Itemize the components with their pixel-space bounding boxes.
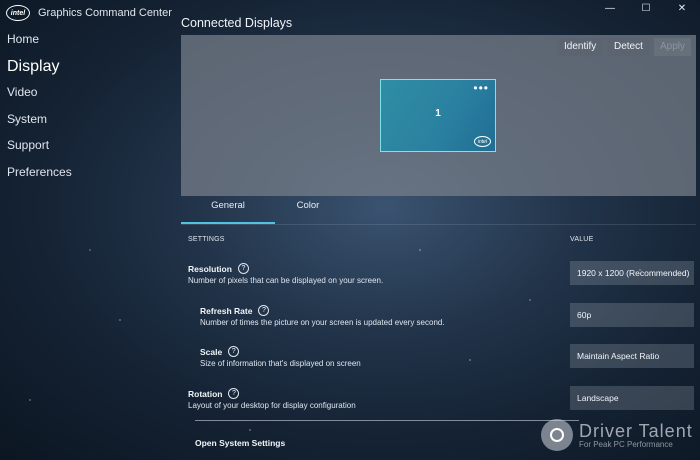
close-button[interactable]: ✕ — [664, 0, 700, 16]
watermark-logo-icon — [541, 419, 573, 451]
setting-description: Layout of your desktop for display confi… — [188, 401, 356, 410]
display-layout-panel: Identify Detect Apply ••• 1 intel — [181, 35, 696, 196]
nav-item-support[interactable]: Support — [7, 138, 72, 165]
help-icon[interactable]: ? — [258, 305, 270, 316]
setting-title: Resolution — [188, 263, 232, 274]
sidebar-nav: Home Display Video System Support Prefer… — [7, 32, 72, 191]
intel-badge-icon: intel — [474, 136, 491, 147]
tab-divider — [181, 224, 696, 225]
resolution-setting: Resolution ? — [188, 263, 249, 274]
display-number: 1 — [435, 108, 441, 119]
rotation-setting: Rotation ? — [188, 388, 240, 399]
watermark: Driver Talent For Peak PC Performance — [541, 419, 693, 451]
open-system-settings-link[interactable]: Open System Settings — [195, 438, 285, 448]
value-column-header: VALUE — [570, 236, 594, 243]
help-icon[interactable]: ? — [228, 346, 240, 357]
setting-title: Rotation — [188, 388, 223, 399]
app-title: Graphics Command Center — [38, 7, 172, 19]
window-controls: — ☐ ✕ — [592, 0, 700, 16]
watermark-name: Driver Talent — [579, 420, 693, 441]
refresh-rate-setting: Refresh Rate ? — [200, 305, 270, 316]
help-icon[interactable]: ? — [228, 388, 240, 399]
refresh-rate-dropdown[interactable]: 60p — [570, 303, 694, 327]
rotation-dropdown[interactable]: Landscape — [570, 386, 694, 410]
nav-item-preferences[interactable]: Preferences — [7, 165, 72, 192]
help-icon[interactable]: ? — [237, 263, 249, 274]
setting-title: Scale — [200, 346, 223, 357]
page-title: Connected Displays — [181, 16, 293, 30]
nav-item-home[interactable]: Home — [7, 32, 72, 59]
scale-dropdown[interactable]: Maintain Aspect Ratio — [570, 344, 694, 368]
tab-color[interactable]: Color — [275, 200, 341, 222]
display-1-tile[interactable]: ••• 1 intel — [380, 79, 496, 152]
nav-item-system[interactable]: System — [7, 112, 72, 139]
more-options-icon[interactable]: ••• — [473, 81, 489, 95]
minimize-button[interactable]: — — [592, 0, 628, 16]
setting-description: Number of times the picture on your scre… — [200, 318, 445, 327]
scale-setting: Scale ? — [200, 346, 240, 357]
detect-button[interactable]: Detect — [608, 38, 649, 56]
intel-logo: intel — [6, 5, 30, 21]
setting-title: Refresh Rate — [200, 305, 253, 316]
section-divider — [195, 420, 579, 421]
maximize-button[interactable]: ☐ — [628, 0, 664, 16]
setting-description: Size of information that's displayed on … — [200, 359, 361, 368]
setting-description: Number of pixels that can be displayed o… — [188, 276, 384, 285]
settings-tabs: General Color — [181, 200, 341, 224]
settings-column-header: SETTINGS — [188, 236, 225, 243]
apply-button[interactable]: Apply — [654, 38, 692, 56]
nav-item-display[interactable]: Display — [7, 58, 72, 86]
tab-general[interactable]: General — [181, 200, 275, 224]
watermark-tagline: For Peak PC Performance — [579, 439, 673, 449]
nav-item-video[interactable]: Video — [7, 85, 72, 112]
resolution-dropdown[interactable]: 1920 x 1200 (Recommended) — [570, 261, 694, 285]
identify-button[interactable]: Identify — [558, 38, 603, 56]
